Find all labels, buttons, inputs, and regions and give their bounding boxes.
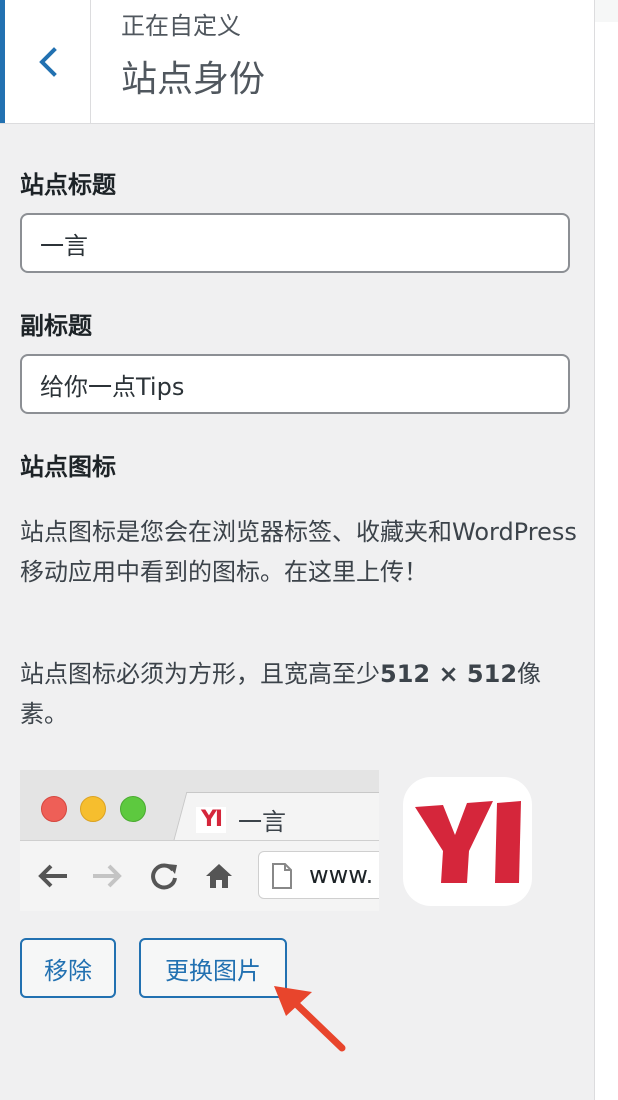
remove-button[interactable]: 移除 (20, 938, 116, 998)
tagline-label: 副标题 (20, 312, 92, 340)
customizer-panel: 正在自定义 站点身份 站点标题 副标题 站点图标 站点图标是您会在浏览器标签、收… (0, 0, 594, 1100)
arrow-right-icon (90, 859, 124, 893)
back-button[interactable] (0, 0, 91, 123)
tagline-input[interactable] (20, 354, 570, 414)
annotation-arrow-icon (270, 980, 350, 1059)
site-icon-description: 站点图标是您会在浏览器标签、收藏夹和WordPress移动应用中看到的图标。在这… (20, 518, 577, 586)
site-icon-requirement: 站点图标必须为方形，且宽高至少512 × 512像素。 (20, 654, 580, 734)
browser-titlebar: YI 一言 (20, 770, 379, 853)
tab-title: 一言 (238, 808, 286, 836)
tab-favicon: YI (196, 806, 226, 833)
preview-pane-edge (594, 0, 618, 1100)
browser-url-bar: www. (258, 851, 379, 899)
preview-pane-top (595, 0, 618, 22)
home-icon (202, 859, 236, 893)
arrow-left-icon (36, 859, 70, 893)
close-dot-icon (41, 796, 67, 822)
change-image-button[interactable]: 更换图片 (139, 938, 287, 998)
minimize-dot-icon (80, 796, 106, 822)
browser-toolbar: www. (20, 840, 379, 911)
browser-preview: YI 一言 www. (20, 770, 379, 911)
requirement-size: 512 × 512 (380, 660, 518, 688)
section-title: 站点身份 (121, 59, 266, 100)
customizing-label: 正在自定义 (121, 12, 241, 40)
site-icon-label: 站点图标 (20, 453, 116, 481)
maximize-dot-icon (120, 796, 146, 822)
chevron-left-icon (38, 46, 58, 77)
browser-tab-content: YI 一言 (196, 802, 286, 837)
requirement-prefix: 站点图标必须为方形，且宽高至少 (20, 660, 380, 688)
app-icon-preview (403, 777, 532, 906)
site-logo-icon (414, 800, 521, 883)
site-title-input[interactable] (20, 213, 570, 273)
reload-icon (147, 859, 181, 893)
url-text: www. (309, 861, 374, 889)
document-icon (271, 862, 293, 894)
site-title-label: 站点标题 (20, 171, 116, 199)
section-header: 正在自定义 站点身份 (0, 0, 594, 124)
